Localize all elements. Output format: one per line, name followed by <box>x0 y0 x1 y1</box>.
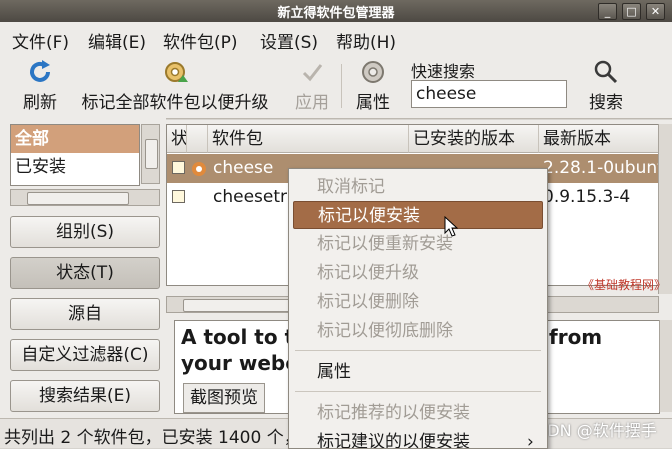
column-latest-version[interactable]: 最新版本 <box>539 125 660 153</box>
refresh-button[interactable]: 刷新 <box>18 58 62 114</box>
window-title: 新立得软件包管理器 <box>277 6 395 21</box>
filter-item-installed[interactable]: 已安装 <box>11 153 139 181</box>
menu-item-mark-remove[interactable]: 标记以便删除 <box>293 288 543 316</box>
refresh-label: 刷新 <box>23 93 57 113</box>
menu-item-properties[interactable]: 属性 <box>293 358 543 386</box>
menu-item-mark-upgrade[interactable]: 标记以便升级 <box>293 259 543 287</box>
search-button[interactable]: 搜索 <box>584 58 628 114</box>
filter-list-hscrollbar[interactable] <box>10 189 160 206</box>
hscroll-thumb[interactable] <box>183 299 305 312</box>
description-line-2: your webc <box>181 351 298 375</box>
quick-search-label: 快速搜索 <box>411 62 476 81</box>
properties-label: 属性 <box>356 93 390 113</box>
apply-button[interactable]: 应用 <box>290 58 334 114</box>
package-name: cheese <box>213 158 274 178</box>
apply-label: 应用 <box>295 93 329 113</box>
status-checkbox[interactable] <box>172 161 185 174</box>
upgrade-gear-icon <box>165 62 188 82</box>
screenshot-tab[interactable]: 截图预览 <box>183 383 265 413</box>
menu-item-mark-purge[interactable]: 标记以便彻底删除 <box>293 317 543 345</box>
toolbar: 刷新 标记全部软件包以便升级 应用 属性 搜索 <box>0 54 672 119</box>
menu-item-mark-reinstall[interactable]: 标记以便重新安装 <box>293 230 543 258</box>
maximize-button[interactable]: □ <box>622 3 641 20</box>
menu-item-mark-recommended[interactable]: 标记推荐的以便安装 <box>293 399 543 427</box>
minimize-button[interactable]: _ <box>598 3 617 20</box>
column-status[interactable]: 状 <box>167 125 187 153</box>
description-scrollbar[interactable] <box>659 320 672 412</box>
filter-list-scrollbar[interactable] <box>141 124 160 184</box>
status-checkbox[interactable] <box>172 190 185 203</box>
window-titlebar: 新立得软件包管理器 _ □ ✕ <box>0 0 672 22</box>
quick-search-input[interactable] <box>411 80 567 108</box>
description-line-1: A tool to t <box>181 325 295 349</box>
search-label: 搜索 <box>589 93 623 113</box>
menu-item-mark-suggested[interactable]: 标记建议的以便安装 <box>293 428 543 448</box>
custom-filters-button[interactable]: 自定义过滤器(C) <box>10 339 160 371</box>
gear-icon <box>362 61 384 83</box>
menu-separator <box>295 391 541 392</box>
properties-button[interactable]: 属性 <box>351 58 395 114</box>
latest-version: 0.9.15.3-4 <box>543 187 631 207</box>
context-menu: 取消标记 标记以便安装 标记以便重新安装 标记以便升级 标记以便删除 标记以便彻… <box>288 168 548 449</box>
column-icon[interactable] <box>187 125 208 153</box>
menu-separator <box>295 350 541 351</box>
checkmark-icon <box>302 64 323 82</box>
description-line-1-tail: from <box>549 325 603 349</box>
mark-all-upgrades-button[interactable]: 标记全部软件包以便升级 <box>68 58 282 114</box>
latest-version: 2.28.1-0ubuntu <box>543 158 660 178</box>
search-results-button[interactable]: 搜索结果(E) <box>10 380 160 412</box>
package-support-icon <box>192 162 206 176</box>
column-installed-version[interactable]: 已安装的版本 <box>409 125 539 153</box>
mouse-cursor-icon <box>444 216 458 237</box>
submenu-arrow-icon: › <box>527 432 534 449</box>
watermark-site: 《基础教程网》 <box>582 278 667 292</box>
status-text: 共列出 2 个软件包，已安装 1400 个， <box>4 428 301 448</box>
menu-package[interactable]: 软件包(P) <box>163 28 238 53</box>
mark-all-upgrades-label: 标记全部软件包以便升级 <box>81 93 269 113</box>
filter-item-all[interactable]: 全部 <box>11 125 139 153</box>
origin-button[interactable]: 源自 <box>10 298 160 330</box>
package-name: cheesetra <box>213 187 298 207</box>
refresh-icon <box>30 60 50 82</box>
menu-help[interactable]: 帮助(H) <box>336 28 396 53</box>
status-button[interactable]: 状态(T) <box>10 257 160 289</box>
scrollbar-thumb[interactable] <box>145 139 158 169</box>
close-button[interactable]: ✕ <box>646 3 665 20</box>
menu-item-unmark[interactable]: 取消标记 <box>293 173 543 201</box>
sections-button[interactable]: 组别(S) <box>10 216 160 248</box>
table-vscrollbar[interactable] <box>658 124 672 294</box>
column-package[interactable]: 软件包 <box>208 125 409 153</box>
toolbar-separator <box>341 64 342 108</box>
filter-list: 全部 已安装 <box>10 124 140 186</box>
hscroll-thumb[interactable] <box>27 192 129 205</box>
menu-settings[interactable]: 设置(S) <box>260 28 318 53</box>
menu-item-mark-install[interactable]: 标记以便安装 <box>293 201 543 229</box>
menu-edit[interactable]: 编辑(E) <box>88 28 146 53</box>
menu-file[interactable]: 文件(F) <box>12 28 69 53</box>
search-icon <box>594 60 618 84</box>
menubar: 文件(F) 编辑(E) 软件包(P) 设置(S) 帮助(H) <box>0 22 672 54</box>
